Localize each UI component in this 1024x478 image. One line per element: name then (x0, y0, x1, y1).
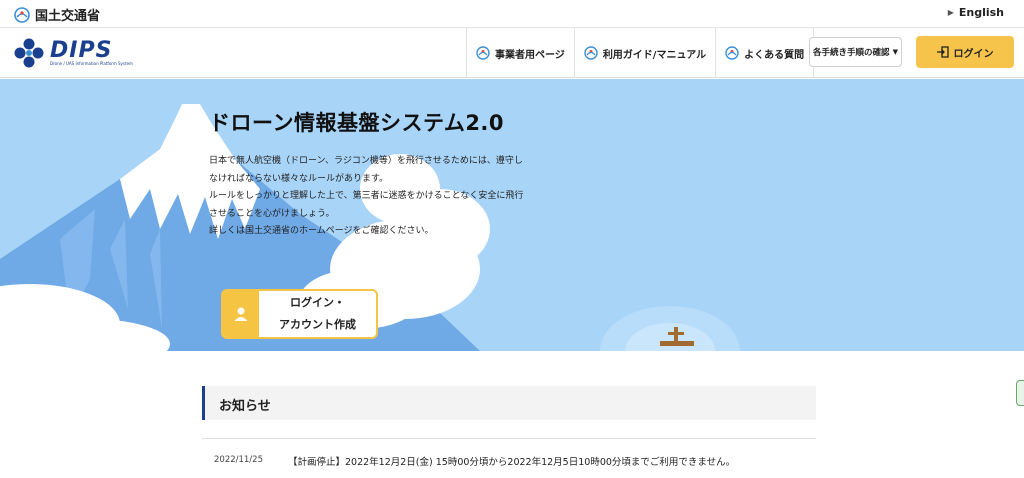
mlit-emblem-icon (14, 6, 30, 23)
login-button[interactable]: ログイン (916, 36, 1014, 68)
nav-faq[interactable]: よくある質問 (715, 28, 815, 78)
nav-business-page[interactable]: 事業者用ページ (466, 28, 574, 78)
divider (202, 438, 816, 439)
dips-logo-icon (14, 38, 44, 68)
cta-line-2: アカウント作成 (279, 318, 356, 331)
procedure-dropdown[interactable]: 各手続き手順の確認 ▼ (809, 37, 902, 67)
nav-business-label: 事業者用ページ (495, 49, 565, 61)
cta-line-1: ログイン・ (290, 296, 345, 309)
news-date: 2022/11/25 (214, 455, 263, 465)
mlit-emblem-icon (725, 46, 739, 60)
mlit-emblem-icon (584, 46, 598, 60)
login-icon (936, 46, 949, 58)
ministry-logo[interactable]: 国土交通省 (14, 5, 100, 24)
nav-links: 事業者用ページ 利用ガイド/マニュアル よくある質問 (466, 28, 815, 78)
hero-description-line: 日本で無人航空機（ドローン、ラジコン機等）を飛行させるためには、遵守し (209, 156, 523, 166)
login-label: ログイン (953, 48, 994, 60)
news-item-link[interactable]: 【計画停止】2022年12月2日(金) 15時00分頃から2022年12月5日1… (288, 454, 735, 468)
nav-guide-label: 利用ガイド/マニュアル (602, 49, 707, 61)
dips-logo-text: DIPS (50, 37, 113, 63)
header-nav: DIPS Drone / UAS Information Platform Sy… (0, 28, 1024, 78)
side-feedback-tab[interactable] (1016, 380, 1024, 406)
hero-description-line: させることを心がけましょう。 (209, 208, 335, 219)
hero-description-line: なければならない様々なルールがあります。 (209, 173, 389, 184)
hero-banner: ドローン情報基盤システム2.0 日本で無人航空機（ドローン、ラジコン機等）を飛行… (0, 79, 1024, 351)
nav-guide-manual[interactable]: 利用ガイド/マニュアル (573, 28, 715, 78)
hero-description-line: ルールをしっかりと理解した上で、第三者に迷惑をかけることなく安全に飛行 (209, 191, 524, 201)
language-switch[interactable]: ▶ English (948, 6, 1004, 19)
mlit-emblem-icon (476, 46, 490, 60)
procedure-label: 各手続き手順の確認 (813, 48, 890, 58)
login-create-account-button[interactable]: ログイン・ アカウント作成 (221, 289, 378, 339)
hero-description-line: 詳しくは国土交通省のホームページをご確認ください。 (209, 226, 434, 236)
hero-description: 日本で無人航空機（ドローン、ラジコン機等）を飛行させるためには、遵守し なければ… (209, 153, 579, 241)
triangle-right-icon: ▶ (947, 8, 954, 17)
dips-logo[interactable]: DIPS Drone / UAS Information Platform Sy… (14, 38, 133, 68)
news-header: お知らせ (202, 386, 816, 420)
user-icon (223, 291, 259, 337)
caret-down-icon: ▼ (892, 48, 898, 56)
ministry-name: 国土交通省 (35, 9, 101, 24)
news-heading: お知らせ (219, 399, 271, 414)
nav-faq-label: よくある質問 (744, 49, 805, 61)
hero-title: ドローン情報基盤システム2.0 (209, 111, 505, 135)
top-bar: 国土交通省 ▶ English (0, 0, 1024, 28)
dips-logo-subtitle: Drone / UAS Information Platform System (50, 60, 133, 66)
language-label: English (958, 6, 1004, 19)
